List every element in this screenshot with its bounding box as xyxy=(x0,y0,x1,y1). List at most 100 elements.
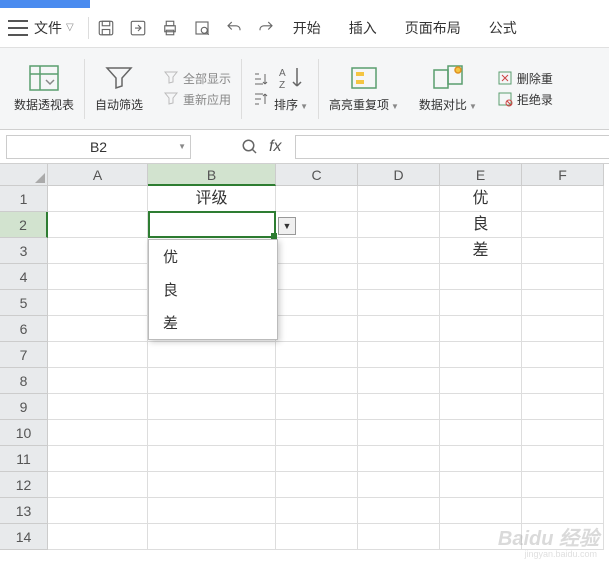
cell-F5[interactable] xyxy=(522,290,604,316)
del-dup-button[interactable]: 删除重 xyxy=(497,70,553,87)
cell-E4[interactable] xyxy=(440,264,522,290)
row-header-12[interactable]: 12 xyxy=(0,472,48,498)
active-doc-tab[interactable] xyxy=(0,0,90,8)
row-header-2[interactable]: 2 xyxy=(0,212,48,238)
col-header-C[interactable]: C xyxy=(276,164,358,186)
save-icon[interactable] xyxy=(97,19,115,37)
dropdown-item[interactable]: 差 xyxy=(149,306,277,339)
cell-F9[interactable] xyxy=(522,394,604,420)
cell-A14[interactable] xyxy=(48,524,148,550)
row-header-14[interactable]: 14 xyxy=(0,524,48,550)
cell-A4[interactable] xyxy=(48,264,148,290)
cell-D2[interactable] xyxy=(358,212,440,238)
cell-E1[interactable]: 优 xyxy=(440,186,522,212)
row-header-9[interactable]: 9 xyxy=(0,394,48,420)
cell-D10[interactable] xyxy=(358,420,440,446)
cell-C9[interactable] xyxy=(276,394,358,420)
cell-B14[interactable] xyxy=(148,524,276,550)
cell-A13[interactable] xyxy=(48,498,148,524)
formula-input[interactable] xyxy=(295,135,609,159)
cell-F6[interactable] xyxy=(522,316,604,342)
cell-C11[interactable] xyxy=(276,446,358,472)
cell-B7[interactable] xyxy=(148,342,276,368)
cell-E9[interactable] xyxy=(440,394,522,420)
cell-F14[interactable] xyxy=(522,524,604,550)
cell-E3[interactable]: 差 xyxy=(440,238,522,264)
cell-C10[interactable] xyxy=(276,420,358,446)
sort-icon[interactable]: AZ xyxy=(275,64,307,92)
data-validation-dropdown-arrow[interactable]: ▼ xyxy=(278,217,296,235)
redo-icon[interactable] xyxy=(257,19,275,37)
cell-C6[interactable] xyxy=(276,316,358,342)
row-header-1[interactable]: 1 xyxy=(0,186,48,212)
row-header-5[interactable]: 5 xyxy=(0,290,48,316)
dropdown-item[interactable]: 优 xyxy=(149,240,277,273)
cell-F7[interactable] xyxy=(522,342,604,368)
cell-D11[interactable] xyxy=(358,446,440,472)
cell-C3[interactable] xyxy=(276,238,358,264)
cell-E12[interactable] xyxy=(440,472,522,498)
file-menu[interactable]: 文件 ▽ xyxy=(34,18,74,38)
cell-D13[interactable] xyxy=(358,498,440,524)
row-header-13[interactable]: 13 xyxy=(0,498,48,524)
cell-D5[interactable] xyxy=(358,290,440,316)
cell-B1[interactable]: 评级 xyxy=(148,186,276,212)
col-header-F[interactable]: F xyxy=(522,164,604,186)
tab-formula[interactable]: 公式 xyxy=(489,18,517,38)
cell-D8[interactable] xyxy=(358,368,440,394)
cell-E13[interactable] xyxy=(440,498,522,524)
cell-D6[interactable] xyxy=(358,316,440,342)
cell-D1[interactable] xyxy=(358,186,440,212)
reapply-button[interactable]: 重新应用 xyxy=(163,91,231,108)
export-icon[interactable] xyxy=(129,19,147,37)
tab-pagelayout[interactable]: 页面布局 xyxy=(405,18,461,38)
row-header-6[interactable]: 6 xyxy=(0,316,48,342)
cell-C5[interactable] xyxy=(276,290,358,316)
cell-C7[interactable] xyxy=(276,342,358,368)
cell-A10[interactable] xyxy=(48,420,148,446)
cell-F3[interactable] xyxy=(522,238,604,264)
cell-F1[interactable] xyxy=(522,186,604,212)
dropdown-item[interactable]: 良 xyxy=(149,273,277,306)
row-header-3[interactable]: 3 xyxy=(0,238,48,264)
cell-B12[interactable] xyxy=(148,472,276,498)
magnify-icon[interactable] xyxy=(241,138,259,156)
pivot-table-button[interactable]: 数据透视表 xyxy=(4,48,84,129)
name-box[interactable]: B2 ▼ xyxy=(6,135,191,159)
cell-E7[interactable] xyxy=(440,342,522,368)
sort-asc-button[interactable] xyxy=(252,71,268,87)
cell-F8[interactable] xyxy=(522,368,604,394)
preview-icon[interactable] xyxy=(193,19,211,37)
cell-D9[interactable] xyxy=(358,394,440,420)
cell-A11[interactable] xyxy=(48,446,148,472)
col-header-E[interactable]: E xyxy=(440,164,522,186)
cell-C12[interactable] xyxy=(276,472,358,498)
cell-F4[interactable] xyxy=(522,264,604,290)
fx-icon[interactable]: fx xyxy=(269,138,281,156)
cell-A6[interactable] xyxy=(48,316,148,342)
cell-E14[interactable] xyxy=(440,524,522,550)
cell-E5[interactable] xyxy=(440,290,522,316)
row-header-4[interactable]: 4 xyxy=(0,264,48,290)
cell-B11[interactable] xyxy=(148,446,276,472)
cell-B9[interactable] xyxy=(148,394,276,420)
sort-desc-button[interactable] xyxy=(252,91,268,107)
data-compare-button[interactable]: 数据对比▼ xyxy=(409,48,487,129)
reject-rec-button[interactable]: 拒绝录 xyxy=(497,91,553,108)
col-header-B[interactable]: B xyxy=(148,164,276,186)
undo-icon[interactable] xyxy=(225,19,243,37)
spreadsheet-grid[interactable]: A B C D E F 1评级优2良3差4567891011121314 ▼ 优… xyxy=(0,164,609,550)
cell-F10[interactable] xyxy=(522,420,604,446)
row-header-7[interactable]: 7 xyxy=(0,342,48,368)
highlight-dup-button[interactable]: 高亮重复项▼ xyxy=(319,48,409,129)
cell-E6[interactable] xyxy=(440,316,522,342)
cell-C14[interactable] xyxy=(276,524,358,550)
select-all-corner[interactable] xyxy=(0,164,48,186)
cell-B8[interactable] xyxy=(148,368,276,394)
tab-insert[interactable]: 插入 xyxy=(349,18,377,38)
cell-E10[interactable] xyxy=(440,420,522,446)
cell-A2[interactable] xyxy=(48,212,148,238)
col-header-D[interactable]: D xyxy=(358,164,440,186)
cell-C8[interactable] xyxy=(276,368,358,394)
cell-A8[interactable] xyxy=(48,368,148,394)
